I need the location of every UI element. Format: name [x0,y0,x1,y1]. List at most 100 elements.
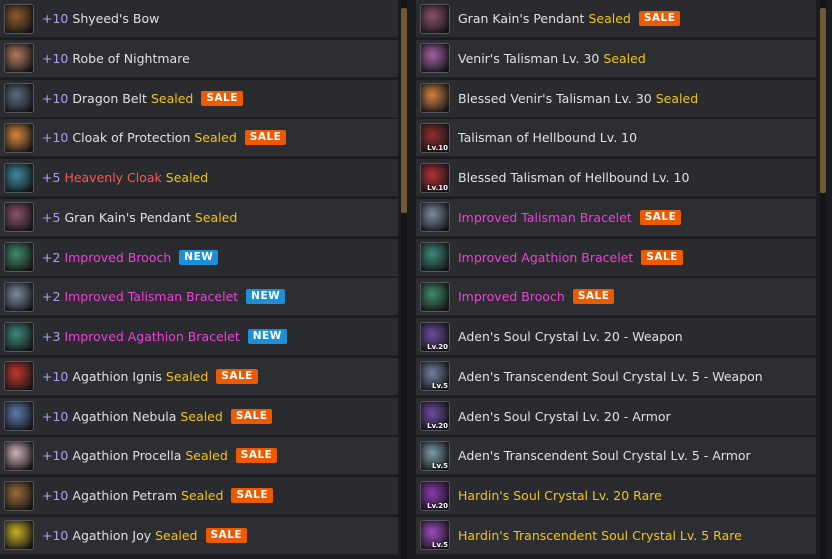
pendant-icon [420,3,450,34]
right-scrollbar[interactable] [820,0,826,559]
sale-badge: SALE [205,527,248,543]
enchant-level: +10 [42,488,69,503]
list-item[interactable]: +5 Gran Kain's Pendant Sealed [0,198,398,237]
item-name: Shyeed's Bow [72,11,160,26]
list-item[interactable]: Gran Kain's Pendant Sealed SALE [416,0,816,38]
list-item[interactable]: Lv.10 Talisman of Hellbound Lv. 10 [416,119,816,158]
list-item[interactable]: +10 Agathion Nebula Sealed SALE [0,397,398,436]
list-item[interactable]: +10 Shyeed's Bow [0,0,398,38]
crystal-icon: Lv.5 [420,361,450,392]
enchant-level: +3 [42,329,61,344]
agathion-icon [4,480,34,511]
list-item[interactable]: +10 Agathion Petram Sealed SALE [0,477,398,515]
list-item[interactable]: Improved Talisman Bracelet SALE [416,198,816,237]
sale-badge: SALE [201,90,243,106]
sealed-label: Sealed [181,488,224,503]
enchant-level: +10 [42,408,69,424]
icon-level-label: Lv.5 [432,541,448,550]
item-name: Aden's Transcendent Soul Crystal Lv. 5 -… [458,448,751,464]
sealed-label: Sealed [165,170,209,185]
list-item[interactable]: +2 Improved Talisman Bracelet NEW [0,278,398,317]
item-name: Aden's Soul Crystal Lv. 20 - Armor [458,408,671,424]
crystal-icon: Lv.20 [420,321,450,352]
list-item[interactable]: +10 Robe of Nightmare [0,39,398,78]
list-item[interactable]: +10 Agathion Joy Sealed SALE [0,516,398,555]
list-item[interactable]: +10 Dragon Belt Sealed SALE [0,79,398,118]
item-name: Improved Agathion Bracelet [64,329,240,344]
new-badge: NEW [246,289,286,305]
sealed-label: Sealed [180,408,223,424]
belt-icon [4,83,34,113]
sealed-label: Sealed [603,50,646,66]
item-name: Dragon Belt [72,90,147,106]
item-name: Agathion Nebula [72,408,177,424]
sale-badge: SALE [641,249,683,265]
sale-badge: SALE [231,488,273,503]
talisman-icon [420,83,450,113]
sale-badge: SALE [572,289,615,305]
item-name: Agathion Joy [72,527,152,543]
list-item[interactable]: +10 Cloak of Protection Sealed SALE [0,119,398,158]
list-item[interactable]: Lv.20 Aden's Soul Crystal Lv. 20 - Weapon [416,318,816,356]
agathion-icon [4,440,34,471]
item-name: Improved Agathion Bracelet [458,249,634,265]
sealed-label: Sealed [194,209,238,225]
item-name: Improved Brooch [64,249,172,265]
list-item[interactable]: +5 Heavenly Cloak Sealed [0,159,398,197]
enchant-level: +10 [42,11,69,26]
list-item[interactable]: +2 Improved Brooch NEW [0,238,398,277]
list-item[interactable]: Lv.20 Hardin's Soul Crystal Lv. 20 Rare [416,477,816,515]
enchant-level: +5 [42,170,61,185]
list-item[interactable]: +10 Agathion Ignis Sealed SALE [0,357,398,396]
cloak-icon [4,162,34,193]
crystal-icon: Lv.5 [420,520,450,551]
list-item[interactable]: Improved Agathion Bracelet SALE [416,238,816,277]
sale-badge: SALE [216,368,258,384]
sealed-label: Sealed [185,448,228,464]
right-scrollbar-thumb[interactable] [820,8,826,193]
sealed-label: Sealed [150,90,194,106]
item-name: Venir's Talisman Lv. 30 [458,50,600,66]
icon-level-label: Lv.20 [427,422,448,430]
list-item[interactable]: Lv.10 Blessed Talisman of Hellbound Lv. 1… [416,159,816,197]
left-scrollbar[interactable] [401,0,407,559]
item-name: Improved Talisman Bracelet [458,209,632,225]
item-name: Aden's Soul Crystal Lv. 20 - Weapon [458,329,683,344]
brooch-icon [4,242,34,272]
list-item[interactable]: Lv.5 Aden's Transcendent Soul Crystal Lv.… [416,357,816,396]
list-item[interactable]: Venir's Talisman Lv. 30 Sealed [416,39,816,78]
agathion-icon [4,520,34,551]
sale-badge: SALE [235,448,278,464]
list-item[interactable]: Lv.5 Hardin's Transcendent Soul Crystal L… [416,516,816,555]
enchant-level: +10 [42,448,69,464]
list-item[interactable]: Improved Brooch SALE [416,278,816,317]
bracelet-icon [4,281,34,312]
enchant-level: +10 [42,90,69,106]
sealed-label: Sealed [194,130,237,146]
bow-icon [4,3,34,34]
sale-badge: SALE [638,11,681,26]
agathion-icon [4,361,34,392]
new-badge: NEW [247,329,287,344]
right-item-list: Gran Kain's Pendant Sealed SALE Venir's Tal… [416,0,816,557]
enchant-level: +2 [42,249,61,265]
sealed-label: Sealed [588,11,631,26]
list-item[interactable]: +3 Improved Agathion Bracelet NEW [0,318,398,356]
item-name: Gran Kain's Pendant [458,11,585,26]
left-scrollbar-thumb[interactable] [401,8,407,213]
crystal-icon: Lv.20 [420,401,450,431]
bracelet-icon [4,321,34,352]
sale-badge: SALE [244,130,287,146]
list-item[interactable]: Blessed Venir's Talisman Lv. 30 Sealed [416,79,816,118]
list-item[interactable]: +10 Agathion Procella Sealed SALE [0,437,398,476]
list-item[interactable]: Lv.5 Aden's Transcendent Soul Crystal Lv.… [416,437,816,476]
enchant-level: +5 [42,209,61,225]
icon-level-label: Lv.5 [432,382,448,391]
item-name: Robe of Nightmare [72,50,190,66]
icon-level-label: Lv.20 [427,342,448,351]
talisman-icon: Lv.10 [420,122,450,153]
crystal-icon: Lv.5 [420,440,450,471]
enchant-level: +10 [42,368,69,384]
list-item[interactable]: Lv.20 Aden's Soul Crystal Lv. 20 - Armor [416,397,816,436]
sale-badge: SALE [639,209,682,225]
